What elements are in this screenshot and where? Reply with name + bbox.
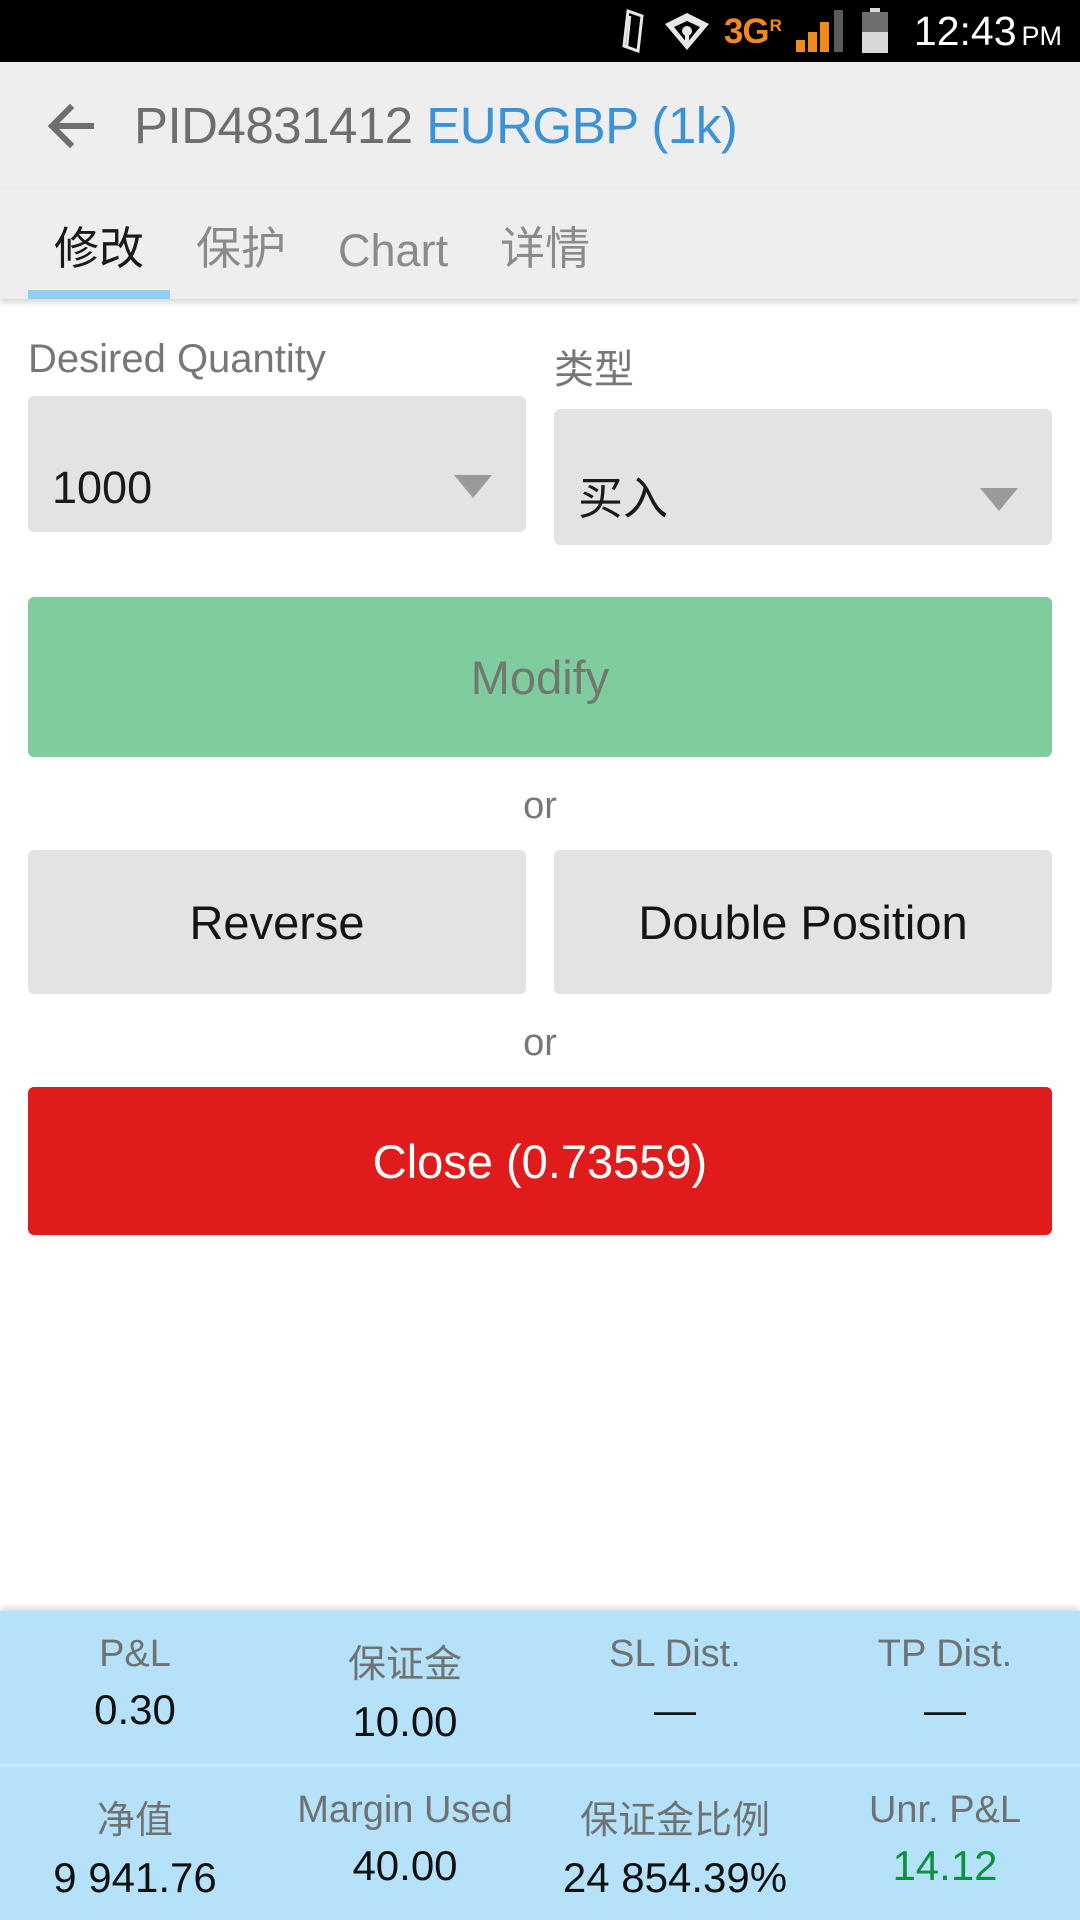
modify-button-label: Modify [470,650,610,704]
summary-cell-margin-used: Margin Used 40.00 [270,1789,540,1902]
order-type-label: 类型 [554,348,634,392]
order-type-select[interactable]: 买入 [554,409,1052,545]
summary-value: 10.00 [352,1698,458,1745]
page-title: PID4831412 EURGBP (1k) [134,96,738,155]
status-bar: 3GR 12:43 PM [0,0,1080,62]
app-screen: 3GR 12:43PM PID4831412 EURGBP (1k) 修改 保 [0,0,1080,1920]
position-id: PID4831412 [134,97,413,154]
or-separator-2: or [523,1022,557,1064]
tab-chart[interactable]: Chart [312,225,474,299]
summary-cell-unrealized-pl: Unr. P&L 14.12 [810,1789,1080,1902]
status-icons: 3GR 12:43 PM [616,8,1062,54]
battery-icon [861,8,888,53]
summary-value: 0.30 [94,1686,176,1733]
main-content: Desired Quantity 1000 类型 买入 Modify or Re… [0,299,1080,1611]
summary-label: Margin Used [297,1789,513,1831]
tab-modify[interactable]: 修改 [28,212,171,299]
clock-ampm: PM [1021,20,1063,51]
summary-label: 保证金 [347,1644,462,1686]
summary-value: — [654,1686,696,1733]
summary-value: 40.00 [352,1842,458,1889]
summary-cell-pl: P&L 0.30 [0,1633,270,1746]
summary-label: SL Dist. [609,1633,741,1675]
summary-label: 净值 [96,1800,173,1842]
symbol-label: EURGBP (1k) [426,97,738,154]
desired-quantity-field: Desired Quantity 1000 [28,337,526,545]
desired-quantity-select[interactable]: 1000 [28,396,526,532]
tab-protect[interactable]: 保护 [170,212,312,299]
chevron-down-icon [980,488,1018,511]
summary-cell-equity: 净值 9 941.76 [0,1789,270,1902]
wifi-icon [664,13,709,50]
order-type-field: 类型 买入 [554,337,1052,545]
summary-label: 保证金比例 [579,1800,770,1842]
rotation-lock-icon [622,8,644,54]
summary-label: TP Dist. [877,1633,1013,1675]
app-bar: PID4831412 EURGBP (1k) [0,62,1080,189]
close-position-button-label: Close (0.73559) [372,1134,708,1188]
signal-icon [795,10,843,52]
double-position-button[interactable]: Double Position [554,850,1052,994]
summary-row-1: P&L 0.30 保证金 10.00 SL Dist. — TP Dist. — [0,1611,1080,1764]
desired-quantity-value: 1000 [52,462,153,513]
summary-cell-sl-dist: SL Dist. — [540,1633,810,1746]
summary-value: 24 854.39% [562,1854,788,1901]
clock: 12:43 PM [913,7,1063,54]
form-fields-row: Desired Quantity 1000 类型 买入 [28,337,1052,545]
reverse-button-label: Reverse [189,895,365,949]
reverse-button[interactable]: Reverse [28,850,526,994]
summary-value: 9 941.76 [53,1854,217,1901]
summary-row-2: 净值 9 941.76 Margin Used 40.00 保证金比例 24 8… [0,1764,1080,1920]
double-position-button-label: Double Position [638,895,968,949]
roaming-indicator: R [769,15,782,35]
summary-label: Unr. P&L [868,1789,1022,1831]
secondary-actions-row: Reverse Double Position [28,850,1052,994]
summary-cell-margin: 保证金 10.00 [270,1633,540,1746]
network-type-label: 3GR [723,11,782,51]
tab-details[interactable]: 详情 [474,212,616,299]
summary-value: 14.12 [892,1842,998,1889]
or-separator-1: or [523,785,557,827]
order-type-value: 买入 [578,473,669,524]
tab-bar: 修改 保护 Chart 详情 [0,189,1080,299]
summary-value: — [924,1686,966,1733]
close-position-button[interactable]: Close (0.73559) [28,1087,1052,1235]
summary-cell-tp-dist: TP Dist. — [810,1633,1080,1746]
desired-quantity-label: Desired Quantity [28,337,326,381]
position-summary-panel: P&L 0.30 保证金 10.00 SL Dist. — TP Dist. —… [0,1611,1080,1920]
back-arrow-icon[interactable] [40,94,104,158]
chevron-down-icon [454,475,492,498]
summary-cell-margin-level: 保证金比例 24 854.39% [540,1789,810,1902]
modify-button[interactable]: Modify [28,597,1052,757]
summary-label: P&L [99,1633,171,1675]
